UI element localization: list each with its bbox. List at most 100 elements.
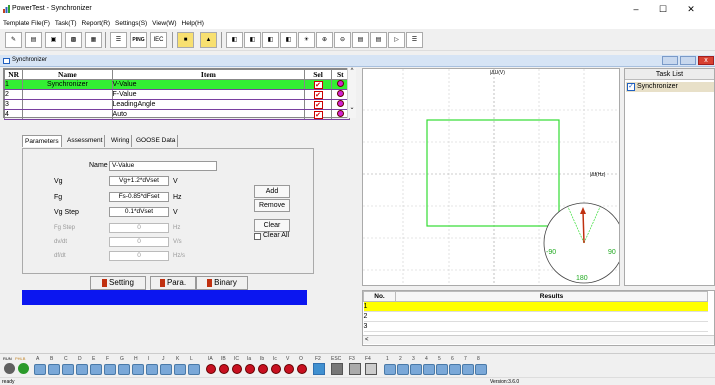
settings-icon[interactable]: ☰ xyxy=(406,32,423,48)
panel-title: Synchronizer xyxy=(12,57,48,63)
list-icon[interactable]: ☰ xyxy=(110,32,127,48)
select-checkbox[interactable]: ✔ xyxy=(313,110,323,119)
tab-assessment[interactable]: Assessment xyxy=(65,135,106,147)
setting-button[interactable]: Setting xyxy=(90,276,146,290)
result-no: 3 xyxy=(363,321,396,332)
toolbar: ✎ ▤ ▣ ▩ ▦ ☰ PING IEC ■ ▲ ◧ ◧ ◧ ◧ ☀ ⊕ ⊖ ▤… xyxy=(0,29,715,51)
para-button[interactable]: Para. xyxy=(150,276,196,290)
test-icon[interactable]: ◧ xyxy=(244,32,261,48)
vg-step-field[interactable]: 0.1*dVset xyxy=(109,207,169,217)
test-icon[interactable]: ◧ xyxy=(280,32,297,48)
fg-step-label: Fg Step xyxy=(54,225,76,231)
clear-button[interactable]: Clear xyxy=(254,219,290,232)
menu-help[interactable]: Help(H) xyxy=(182,18,204,29)
open-icon[interactable]: ▤ xyxy=(25,32,42,48)
binary-channel-indicator xyxy=(384,364,396,375)
ping-button[interactable]: PING xyxy=(130,32,147,48)
fg-field[interactable]: Fs-0.85*dFset xyxy=(109,192,169,202)
select-checkbox[interactable]: ✔ xyxy=(313,80,323,89)
table-row[interactable]: 3 xyxy=(363,321,708,332)
channel-label: 6 xyxy=(451,356,454,362)
binary-channel-indicator xyxy=(449,364,461,375)
x-axis-label: |Δf(Hz) xyxy=(590,172,606,178)
stop-button[interactable] xyxy=(331,363,343,375)
maximize-button[interactable]: ☐ xyxy=(652,2,674,16)
minimize-button[interactable]: – xyxy=(625,2,647,16)
bulb-icon[interactable]: ☀ xyxy=(298,32,315,48)
name-field[interactable]: V-Value xyxy=(109,161,217,171)
clear-all-checkbox[interactable] xyxy=(254,233,261,240)
test-icon[interactable]: ◧ xyxy=(262,32,279,48)
current-channel-led xyxy=(271,364,281,374)
clear-all-label: Clear All xyxy=(263,232,290,239)
table-row[interactable]: 4 Auto ✔ xyxy=(3,109,351,120)
add-button[interactable]: Add xyxy=(254,185,290,198)
menu-settings[interactable]: Settings(S) xyxy=(115,18,147,29)
chart-icon[interactable]: ▤ xyxy=(370,32,387,48)
channel-label: 4 xyxy=(425,356,428,362)
task-list-item[interactable]: ✓ Synchronizer xyxy=(626,82,714,92)
table-row[interactable]: 2 xyxy=(363,311,708,322)
close-button[interactable]: ✕ xyxy=(680,2,702,16)
vg-label: Vg xyxy=(54,178,63,185)
current-channel-led xyxy=(232,364,242,374)
column-header-sel: Sel xyxy=(304,69,332,80)
channel-label: O xyxy=(299,356,303,362)
remove-button[interactable]: Remove xyxy=(254,199,290,212)
iec-button[interactable]: IEC xyxy=(150,32,167,48)
tab-parameters[interactable]: Parameters xyxy=(22,135,62,147)
chevron-up-icon[interactable]: ^ xyxy=(348,68,356,74)
menu-task[interactable]: Task(T) xyxy=(55,18,77,29)
table-row[interactable]: 1 xyxy=(363,301,708,312)
select-checkbox[interactable]: ✔ xyxy=(313,90,323,99)
panel-close-button[interactable]: x xyxy=(698,56,714,65)
table-row[interactable]: 1 Synchronizer V-Value ✔ xyxy=(3,79,351,90)
channel-label: G xyxy=(120,356,124,362)
test-icon[interactable]: ◧ xyxy=(226,32,243,48)
binary-channel-indicator xyxy=(104,364,116,375)
column-header-results: Results xyxy=(395,291,708,302)
results-hscrollbar[interactable]: < xyxy=(363,335,714,344)
zoom-in-icon[interactable]: ⊕ xyxy=(316,32,333,48)
print-icon[interactable]: ▩ xyxy=(65,32,82,48)
chevron-left-icon[interactable]: < xyxy=(365,337,369,343)
menu-view[interactable]: View(W) xyxy=(152,18,176,29)
dfdt-label: df/dt xyxy=(54,253,66,259)
save-icon[interactable]: ▣ xyxy=(45,32,62,48)
step-button[interactable] xyxy=(365,363,377,375)
pause-button[interactable] xyxy=(349,363,361,375)
chart-svg xyxy=(363,69,625,285)
table-row[interactable]: 3 LeadingAngle ✔ xyxy=(3,99,351,110)
result-no: 1 xyxy=(363,301,396,312)
play-button[interactable] xyxy=(313,363,325,375)
new-icon[interactable]: ✎ xyxy=(5,32,22,48)
tab-goose-data[interactable]: GOOSE Data xyxy=(134,135,179,147)
channel-label: 7 xyxy=(464,356,467,362)
dvdt-unit: V/s xyxy=(173,239,182,245)
upload-icon[interactable]: ▲ xyxy=(200,32,217,48)
select-checkbox[interactable]: ✔ xyxy=(313,100,323,109)
current-channel-led xyxy=(219,364,229,374)
phase-label-right: 90 xyxy=(608,249,616,256)
vg-field[interactable]: Vg+1.2*dVset xyxy=(109,176,169,186)
menu-report[interactable]: Report(R) xyxy=(82,18,111,29)
export-icon[interactable]: ▷ xyxy=(388,32,405,48)
zoom-out-icon[interactable]: ⊖ xyxy=(334,32,351,48)
chart-icon[interactable]: ▤ xyxy=(352,32,369,48)
grid-scrollbar[interactable]: ^ ⌄ xyxy=(347,68,356,118)
task-checkbox[interactable]: ✓ xyxy=(627,83,635,91)
panel-restore-button[interactable] xyxy=(662,56,678,65)
channel-label: B xyxy=(50,356,54,362)
panel-icon xyxy=(3,58,10,64)
device-icon[interactable]: ■ xyxy=(177,32,194,48)
chevron-down-icon[interactable]: ⌄ xyxy=(348,104,356,111)
table-row[interactable]: 2 F-Value ✔ xyxy=(3,89,351,100)
panel-maximize-button[interactable] xyxy=(680,56,696,65)
menu-template-file[interactable]: Template File(F) xyxy=(3,18,50,29)
binary-button[interactable]: Binary xyxy=(196,276,248,290)
tab-wiring[interactable]: Wiring xyxy=(109,135,133,147)
dvdt-field: 0 xyxy=(109,237,169,247)
phase-label-bottom: 180 xyxy=(576,275,588,282)
row-nr: 2 xyxy=(3,89,24,100)
report-icon[interactable]: ▦ xyxy=(85,32,102,48)
